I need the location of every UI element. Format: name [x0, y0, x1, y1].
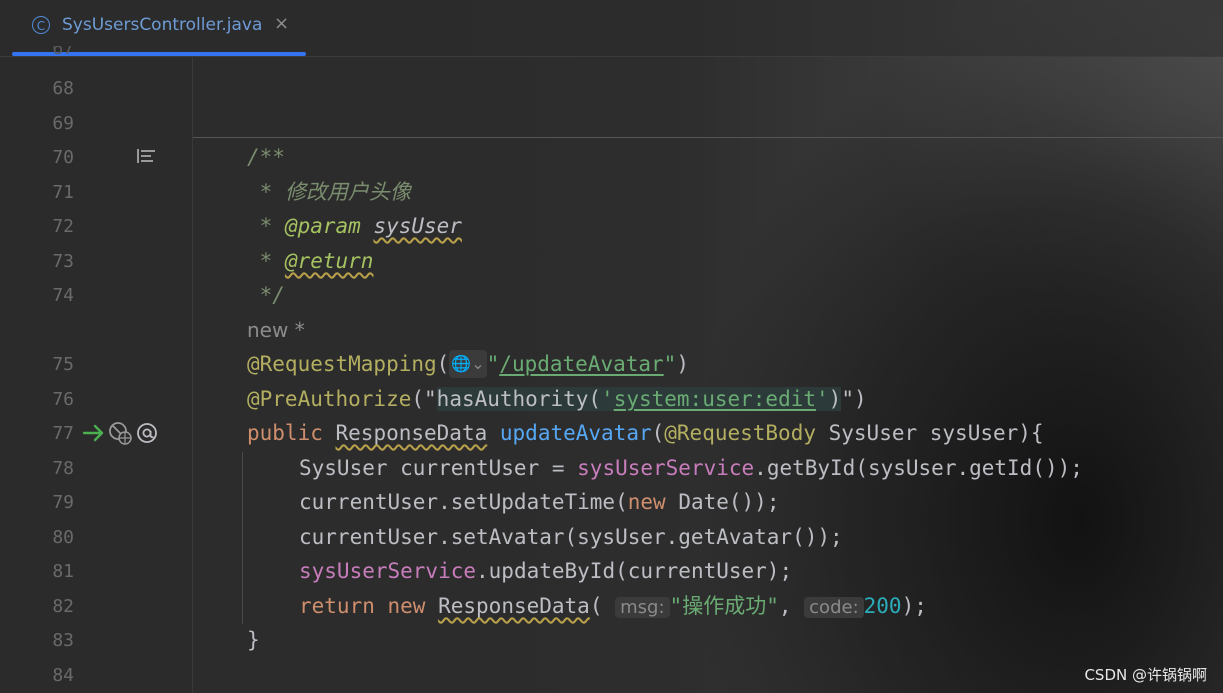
endpoint-globe-icon[interactable]	[108, 421, 134, 447]
code-line-82: return new ResponseData( msg: "操作成功", cod…	[299, 594, 927, 618]
doc-comment-icon[interactable]	[136, 148, 156, 164]
line-number: 75	[52, 354, 74, 375]
line-number: 71	[52, 182, 74, 203]
parameter-hint-msg: msg:	[615, 597, 670, 618]
indent-guide	[242, 452, 243, 624]
java-class-icon: C	[32, 16, 50, 34]
line-number: 79	[52, 492, 74, 513]
line-number: 68	[52, 78, 74, 99]
line-number: 80	[52, 527, 74, 548]
code-line-72: * @param sysUser	[247, 214, 462, 238]
line-number: 70	[52, 147, 74, 168]
code-line-80: currentUser.setAvatar(sysUser.getAvatar(…	[299, 525, 843, 549]
watermark: CSDN @许锅锅啊	[1084, 666, 1207, 684]
line-number: 81	[52, 561, 74, 582]
close-icon[interactable]: ×	[274, 13, 289, 34]
line-number: 67	[52, 46, 74, 58]
code-line-71: * 修改用户头像	[247, 180, 411, 204]
line-number: 73	[52, 251, 74, 272]
code-line-76: @PreAuthorize("hasAuthority('system:user…	[247, 387, 867, 411]
run-arrow-icon[interactable]	[82, 422, 106, 444]
line-number: 69	[52, 113, 74, 134]
code-line-81: sysUserService.updateById(currentUser);	[299, 559, 793, 583]
line-number: 72	[52, 216, 74, 237]
line-number: 83	[52, 630, 74, 651]
code-line-83: }	[247, 628, 260, 652]
endpoint-globe-icon[interactable]: 🌐⌄	[449, 350, 487, 378]
sticky-separator	[193, 137, 1223, 138]
line-number: 78	[52, 458, 74, 479]
code-line-78: SysUser currentUser = sysUserService.get…	[299, 456, 1083, 480]
code-line-74: */	[247, 283, 285, 307]
code-line-77: public ResponseData updateAvatar(@Reques…	[247, 421, 1044, 445]
endpoint-path-link[interactable]: /updateAvatar	[499, 352, 663, 376]
line-number: 77	[52, 423, 74, 444]
parameter-hint-code: code:	[804, 597, 864, 618]
line-number: 84	[52, 665, 74, 686]
editor-tab-bar: C SysUsersController.java ×	[0, 0, 1223, 57]
code-line-70: /**	[247, 145, 285, 169]
tab-title: SysUsersController.java	[62, 15, 263, 35]
code-line-75: @RequestMapping(🌐⌄"/updateAvatar")	[247, 350, 689, 378]
line-number: 82	[52, 596, 74, 617]
line-number: 76	[52, 389, 74, 410]
line-number: 74	[52, 285, 74, 306]
code-line-79: currentUser.setUpdateTime(new Date());	[299, 490, 780, 514]
author-hint[interactable]: new *	[247, 316, 305, 344]
at-mapping-icon[interactable]	[136, 422, 158, 444]
code-line-73: * @return	[247, 249, 374, 273]
